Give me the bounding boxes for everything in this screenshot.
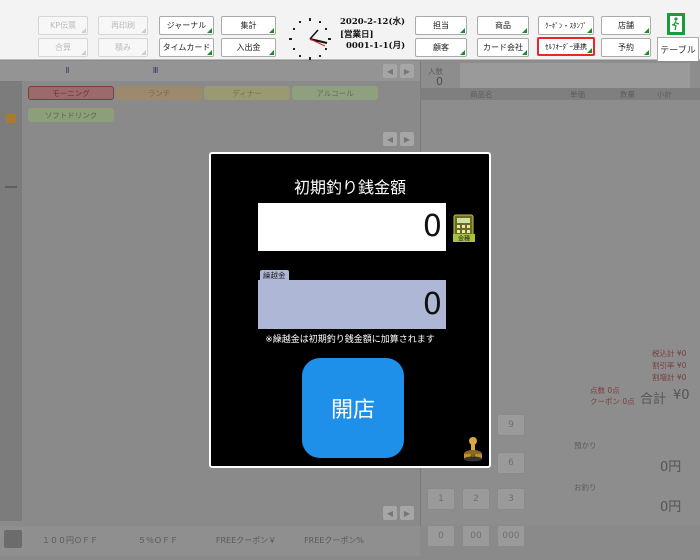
coupon-5pct-off[interactable]: ５％ＯＦＦ	[118, 532, 198, 548]
coupon-count: クーポン 0点	[590, 397, 635, 406]
dialog-title: 初期釣り銭金額	[293, 178, 406, 197]
subtotal-header: 小計	[657, 90, 672, 99]
svg-text:日: 日	[470, 454, 475, 460]
coupon-free-pct[interactable]: FREEクーポン%	[294, 532, 374, 548]
business-day-label: [営業日]	[340, 30, 374, 40]
product-button[interactable]: 商品	[477, 16, 529, 35]
key-00[interactable]: 00	[462, 525, 490, 547]
change-label: お釣り	[574, 483, 597, 492]
change-value: 0円	[660, 500, 682, 515]
page-left-icon-3[interactable]: ◀	[383, 506, 397, 520]
top-toolbar: KP伝票 再印刷 ジャーナル 集計 合算 積み タイムカード 入出金 2020-…	[0, 0, 700, 61]
carryover-input[interactable]: 0	[258, 280, 446, 329]
item-name-header: 商品名	[470, 90, 493, 99]
coupon-free-yen[interactable]: FREEクーポン￥	[206, 532, 286, 548]
self-order-link-button[interactable]: ｾﾙﾌｵｰﾀﾞｰ連携	[537, 37, 595, 56]
store-button[interactable]: 店舗	[601, 16, 651, 35]
side-strip	[0, 81, 22, 521]
key-3[interactable]: 3	[497, 488, 525, 510]
menu-pill-alcohol[interactable]: アルコール	[292, 86, 378, 100]
current-date: 2020-2-12(水)	[340, 17, 405, 27]
initial-change-dialog: 初期釣り銭金額 0 金種 繰越金 0 ※繰越金は初期釣り銭金額に加算されます 開…	[209, 152, 491, 468]
menu-pill-morning[interactable]: モーニング	[28, 86, 114, 100]
page-right-icon-2[interactable]: ▶	[400, 132, 414, 146]
folder-icon	[6, 114, 16, 123]
combine-button[interactable]: 合算	[38, 38, 88, 57]
calculator-label: 金種	[458, 235, 470, 243]
reservation-button[interactable]: 予約	[601, 38, 651, 57]
card-company-button[interactable]: カード会社	[477, 38, 529, 57]
tab-category-2[interactable]: Ⅱ	[30, 66, 105, 80]
journal-button[interactable]: ジャーナル	[159, 16, 214, 35]
customer-button[interactable]: 顧客	[415, 38, 467, 57]
page-right-icon[interactable]: ▶	[400, 64, 414, 78]
surcharge-total: 割増計 ¥0	[652, 373, 687, 382]
function-icon-bar	[460, 63, 690, 89]
analog-clock-icon	[289, 18, 331, 60]
key-2[interactable]: 2	[462, 488, 490, 510]
item-count: 点数 0点	[590, 386, 620, 395]
reprint-button[interactable]: 再印刷	[98, 16, 148, 35]
upload-icon[interactable]	[4, 530, 22, 548]
total-label: 合計	[640, 392, 667, 407]
deposit-value: 0円	[660, 460, 682, 475]
open-store-button[interactable]: 開店	[302, 358, 404, 458]
menu-pill-soft-drink[interactable]: ソフトドリンク	[28, 108, 114, 122]
headcount-value: 0	[436, 75, 443, 88]
menu-pill-lunch[interactable]: ランチ	[116, 86, 202, 100]
qty-header: 数量	[620, 90, 635, 99]
cash-in-out-button[interactable]: 入出金	[221, 38, 276, 57]
page-left-icon-2[interactable]: ◀	[383, 132, 397, 146]
key-9[interactable]: 9	[497, 414, 525, 436]
date-display: 2020-2-12(水) [営業日] 0001-1-1(月)	[340, 17, 410, 52]
tab-category-3[interactable]: Ⅲ	[118, 66, 193, 80]
coupon-100yen-off[interactable]: １００円ＯＦＦ	[30, 532, 110, 548]
deposit-label: 預かり	[574, 441, 597, 450]
key-000[interactable]: 000	[497, 525, 525, 547]
coupon-stamp-button[interactable]: ｸｰﾎﾟﾝ・ｽﾀﾝﾌﾟ	[538, 16, 594, 35]
stamp-icon[interactable]: 日	[462, 436, 484, 462]
discount-total: 割引率 ¥0	[652, 361, 687, 370]
table-tab[interactable]: テーブル	[657, 37, 699, 61]
tax-total: 税込計 ¥0	[652, 349, 687, 358]
menu-pill-dinner[interactable]: ディナー	[204, 86, 290, 100]
page-left-icon[interactable]: ◀	[383, 64, 397, 78]
kp-slip-button[interactable]: KP伝票	[38, 16, 88, 35]
timecard-button[interactable]: タイムカード	[159, 38, 214, 57]
business-day: 0001-1-1(月)	[346, 41, 406, 51]
unit-price-header: 単価	[570, 90, 585, 99]
calculator-icon[interactable]: 金種	[452, 214, 478, 244]
key-1[interactable]: 1	[427, 488, 455, 510]
exit-icon[interactable]	[667, 13, 685, 35]
page-right-icon-3[interactable]: ▶	[400, 506, 414, 520]
summary-button[interactable]: 集計	[221, 16, 276, 35]
divider-icon	[5, 186, 17, 188]
initial-change-input[interactable]: 0	[258, 203, 446, 251]
key-0[interactable]: 0	[427, 525, 455, 547]
total-value: ¥0	[673, 388, 690, 403]
stack-button[interactable]: 積み	[98, 38, 148, 57]
staff-button[interactable]: 担当	[415, 16, 467, 35]
carryover-note: ※繰越金は初期釣り銭金額に加算されます	[265, 335, 435, 345]
key-6[interactable]: 6	[497, 452, 525, 474]
